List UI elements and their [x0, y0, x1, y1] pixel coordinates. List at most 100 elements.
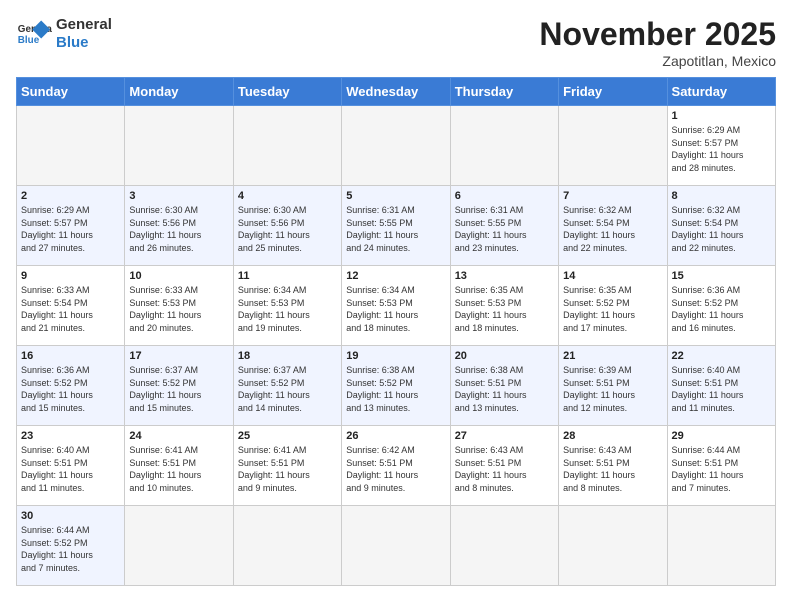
header-cell-thursday: Thursday — [450, 78, 558, 106]
day-cell: 22Sunrise: 6:40 AM Sunset: 5:51 PM Dayli… — [667, 346, 775, 426]
day-number: 9 — [21, 270, 120, 282]
day-cell: 25 Sunrise: 6:41 AM Sunset: 5:51 PM Dayli… — [233, 426, 341, 506]
week-row-4: 16Sunrise: 6:36 AM Sunset: 5:52 PM Dayli… — [17, 346, 776, 426]
week-row-1: 1 Sunrise: 6:29 AM Sunset: 5:57 PM Daylig… — [17, 106, 776, 186]
calendar-table: SundayMondayTuesdayWednesdayThursdayFrid… — [16, 77, 776, 586]
day-cell: 28 Sunrise: 6:43 AM Sunset: 5:51 PM Dayli… — [559, 426, 667, 506]
day-number: 1 — [672, 110, 771, 122]
day-cell: 17Sunrise: 6:37 AM Sunset: 5:52 PM Dayli… — [125, 346, 233, 426]
day-info: Sunrise: 6:44 AM Sunset: 5:52 PM Dayligh… — [21, 524, 120, 574]
day-info: Sunrise: 6:43 AM Sunset: 5:51 PM Dayligh… — [563, 444, 662, 494]
day-number: 28 — [563, 430, 662, 442]
header-cell-monday: Monday — [125, 78, 233, 106]
day-info: Sunrise: 6:34 AM Sunset: 5:53 PM Dayligh… — [238, 284, 337, 334]
day-cell: 2 Sunrise: 6:29 AM Sunset: 5:57 PM Daylig… — [17, 186, 125, 266]
day-cell: 18 Sunrise: 6:37 AM Sunset: 5:52 PM Dayli… — [233, 346, 341, 426]
day-info: Sunrise: 6:39 AM Sunset: 5:51 PM Dayligh… — [563, 364, 662, 414]
header-cell-wednesday: Wednesday — [342, 78, 450, 106]
week-row-3: 9Sunrise: 6:33 AM Sunset: 5:54 PM Daylig… — [17, 266, 776, 346]
day-cell: 16Sunrise: 6:36 AM Sunset: 5:52 PM Dayli… — [17, 346, 125, 426]
day-cell: 5Sunrise: 6:31 AM Sunset: 5:55 PM Daylig… — [342, 186, 450, 266]
day-number: 22 — [672, 350, 771, 362]
day-info: Sunrise: 6:38 AM Sunset: 5:52 PM Dayligh… — [346, 364, 445, 414]
day-number: 13 — [455, 270, 554, 282]
day-number: 30 — [21, 510, 120, 522]
day-cell: 7Sunrise: 6:32 AM Sunset: 5:54 PM Daylig… — [559, 186, 667, 266]
day-number: 5 — [346, 190, 445, 202]
day-number: 29 — [672, 430, 771, 442]
logo: General Blue General Blue — [16, 16, 112, 52]
day-number: 3 — [129, 190, 228, 202]
header-cell-sunday: Sunday — [17, 78, 125, 106]
day-cell: 9Sunrise: 6:33 AM Sunset: 5:54 PM Daylig… — [17, 266, 125, 346]
logo-blue-word: Blue — [56, 34, 89, 51]
day-number: 2 — [21, 190, 120, 202]
day-cell: 21Sunrise: 6:39 AM Sunset: 5:51 PM Dayli… — [559, 346, 667, 426]
day-info: Sunrise: 6:37 AM Sunset: 5:52 PM Dayligh… — [129, 364, 228, 414]
day-cell: 3 Sunrise: 6:30 AM Sunset: 5:56 PM Daylig… — [125, 186, 233, 266]
day-info: Sunrise: 6:40 AM Sunset: 5:51 PM Dayligh… — [21, 444, 120, 494]
header-row: SundayMondayTuesdayWednesdayThursdayFrid… — [17, 78, 776, 106]
day-number: 10 — [129, 270, 228, 282]
header-cell-friday: Friday — [559, 78, 667, 106]
day-cell: 6 Sunrise: 6:31 AM Sunset: 5:55 PM Daylig… — [450, 186, 558, 266]
logo-icon: General Blue — [16, 16, 52, 52]
day-info: Sunrise: 6:33 AM Sunset: 5:53 PM Dayligh… — [129, 284, 228, 334]
day-cell: 14 Sunrise: 6:35 AM Sunset: 5:52 PM Dayli… — [559, 266, 667, 346]
day-cell: 30 Sunrise: 6:44 AM Sunset: 5:52 PM Dayli… — [17, 506, 125, 586]
day-cell — [342, 506, 450, 586]
day-number: 15 — [672, 270, 771, 282]
day-number: 23 — [21, 430, 120, 442]
day-info: Sunrise: 6:36 AM Sunset: 5:52 PM Dayligh… — [672, 284, 771, 334]
day-cell — [559, 106, 667, 186]
day-info: Sunrise: 6:32 AM Sunset: 5:54 PM Dayligh… — [563, 204, 662, 254]
day-cell — [17, 106, 125, 186]
week-row-2: 2 Sunrise: 6:29 AM Sunset: 5:57 PM Daylig… — [17, 186, 776, 266]
day-number: 12 — [346, 270, 445, 282]
svg-text:Blue: Blue — [18, 35, 40, 46]
day-info: Sunrise: 6:37 AM Sunset: 5:52 PM Dayligh… — [238, 364, 337, 414]
logo-blue-text: Blue — [56, 34, 112, 52]
day-cell: 8 Sunrise: 6:32 AM Sunset: 5:54 PM Daylig… — [667, 186, 775, 266]
day-info: Sunrise: 6:41 AM Sunset: 5:51 PM Dayligh… — [238, 444, 337, 494]
day-cell: 13 Sunrise: 6:35 AM Sunset: 5:53 PM Dayli… — [450, 266, 558, 346]
day-cell — [450, 506, 558, 586]
day-info: Sunrise: 6:29 AM Sunset: 5:57 PM Dayligh… — [21, 204, 120, 254]
day-cell: 10 Sunrise: 6:33 AM Sunset: 5:53 PM Dayli… — [125, 266, 233, 346]
day-cell: 24Sunrise: 6:41 AM Sunset: 5:51 PM Dayli… — [125, 426, 233, 506]
day-number: 20 — [455, 350, 554, 362]
day-cell: 15 Sunrise: 6:36 AM Sunset: 5:52 PM Dayli… — [667, 266, 775, 346]
day-cell: 19Sunrise: 6:38 AM Sunset: 5:52 PM Dayli… — [342, 346, 450, 426]
logo-general: General — [56, 16, 112, 33]
day-cell: 27 Sunrise: 6:43 AM Sunset: 5:51 PM Dayli… — [450, 426, 558, 506]
day-info: Sunrise: 6:34 AM Sunset: 5:53 PM Dayligh… — [346, 284, 445, 334]
page-header: General Blue General Blue November 2025 … — [16, 16, 776, 69]
day-info: Sunrise: 6:35 AM Sunset: 5:52 PM Dayligh… — [563, 284, 662, 334]
day-number: 6 — [455, 190, 554, 202]
day-cell: 4Sunrise: 6:30 AM Sunset: 5:56 PM Daylig… — [233, 186, 341, 266]
day-info: Sunrise: 6:31 AM Sunset: 5:55 PM Dayligh… — [455, 204, 554, 254]
day-info: Sunrise: 6:43 AM Sunset: 5:51 PM Dayligh… — [455, 444, 554, 494]
day-info: Sunrise: 6:38 AM Sunset: 5:51 PM Dayligh… — [455, 364, 554, 414]
day-info: Sunrise: 6:30 AM Sunset: 5:56 PM Dayligh… — [238, 204, 337, 254]
day-info: Sunrise: 6:44 AM Sunset: 5:51 PM Dayligh… — [672, 444, 771, 494]
day-cell: 12 Sunrise: 6:34 AM Sunset: 5:53 PM Dayli… — [342, 266, 450, 346]
day-info: Sunrise: 6:29 AM Sunset: 5:57 PM Dayligh… — [672, 124, 771, 174]
day-info: Sunrise: 6:35 AM Sunset: 5:53 PM Dayligh… — [455, 284, 554, 334]
day-cell — [125, 506, 233, 586]
day-number: 14 — [563, 270, 662, 282]
day-cell — [559, 506, 667, 586]
day-cell — [233, 106, 341, 186]
day-number: 18 — [238, 350, 337, 362]
day-number: 27 — [455, 430, 554, 442]
day-cell: 11Sunrise: 6:34 AM Sunset: 5:53 PM Dayli… — [233, 266, 341, 346]
calendar-body: 1 Sunrise: 6:29 AM Sunset: 5:57 PM Daylig… — [17, 106, 776, 586]
day-number: 26 — [346, 430, 445, 442]
day-number: 25 — [238, 430, 337, 442]
day-number: 8 — [672, 190, 771, 202]
day-info: Sunrise: 6:32 AM Sunset: 5:54 PM Dayligh… — [672, 204, 771, 254]
day-cell — [667, 506, 775, 586]
day-info: Sunrise: 6:30 AM Sunset: 5:56 PM Dayligh… — [129, 204, 228, 254]
day-info: Sunrise: 6:36 AM Sunset: 5:52 PM Dayligh… — [21, 364, 120, 414]
day-cell: 23 Sunrise: 6:40 AM Sunset: 5:51 PM Dayli… — [17, 426, 125, 506]
